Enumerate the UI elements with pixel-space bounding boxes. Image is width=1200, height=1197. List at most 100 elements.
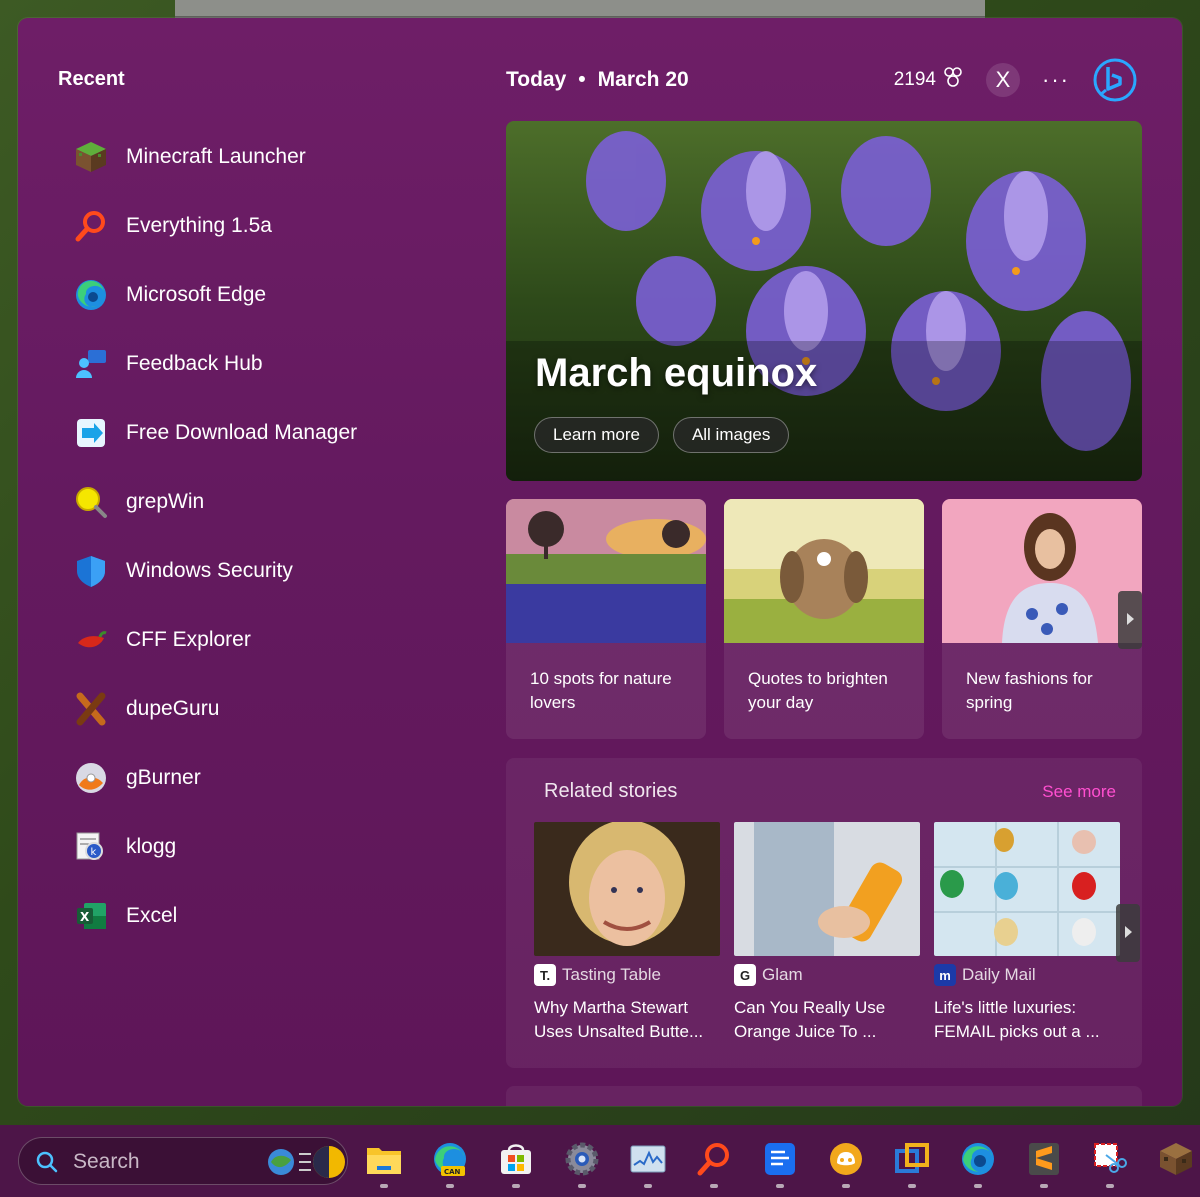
related-stories: Related stories See more T. Tasting Tabl… bbox=[506, 758, 1142, 1068]
minecraft-icon[interactable] bbox=[1156, 1139, 1196, 1179]
source-name: Daily Mail bbox=[962, 965, 1036, 984]
story-card[interactable]: m Daily Mail Life's little luxuries: FEM… bbox=[934, 822, 1120, 1044]
egg-cups-image bbox=[934, 822, 1120, 956]
svg-text:CAN: CAN bbox=[444, 1168, 461, 1176]
sublime-text-icon[interactable] bbox=[1024, 1139, 1064, 1179]
more-options-button[interactable]: ··· bbox=[1042, 67, 1070, 93]
download-manager-icon bbox=[72, 414, 110, 452]
card-title: 10 spots for nature lovers bbox=[530, 669, 672, 712]
app-label: Feedback Hub bbox=[126, 351, 263, 375]
hero-title: March equinox bbox=[535, 351, 818, 395]
today-label: Today bbox=[506, 68, 567, 91]
source-name: Tasting Table bbox=[562, 965, 661, 984]
snipping-tool-icon[interactable] bbox=[1090, 1139, 1130, 1179]
hero-card[interactable]: March equinox Learn more All images bbox=[506, 121, 1142, 481]
recent-app-excel[interactable]: X Excel bbox=[72, 881, 472, 950]
feature-cards: 10 spots for nature lovers Quotes to bri… bbox=[506, 499, 1142, 739]
svg-text:X: X bbox=[80, 910, 90, 924]
app-label: Excel bbox=[126, 903, 178, 927]
file-explorer-icon[interactable] bbox=[364, 1139, 404, 1179]
feature-card[interactable]: New fashions for spring bbox=[942, 499, 1142, 739]
everything-search-icon[interactable] bbox=[694, 1139, 734, 1179]
glam-logo-icon: G bbox=[734, 964, 756, 986]
recent-app-free-download-manager[interactable]: Free Download Manager bbox=[72, 398, 472, 467]
recent-app-microsoft-edge[interactable]: Microsoft Edge bbox=[72, 260, 472, 329]
dog-with-flower-image bbox=[724, 499, 924, 643]
feature-card[interactable]: Quotes to brighten your day bbox=[724, 499, 924, 739]
related-stories-title: Related stories bbox=[544, 780, 678, 802]
dupeguru-icon bbox=[72, 690, 110, 728]
desktop-window-edge bbox=[175, 0, 985, 18]
cards-next-button[interactable] bbox=[1118, 591, 1142, 649]
story-card[interactable]: G Glam Can You Really Use Orange Juice T… bbox=[734, 822, 920, 1044]
learn-more-button[interactable]: Learn more bbox=[534, 417, 659, 453]
running-indicator bbox=[578, 1184, 586, 1188]
chevron-right-icon bbox=[1123, 924, 1133, 943]
edge-icon[interactable] bbox=[958, 1139, 998, 1179]
source-name: Glam bbox=[762, 965, 803, 984]
story-title-line: Uses Unsalted Butte... bbox=[534, 1022, 704, 1041]
microsoft-store-icon[interactable] bbox=[496, 1139, 536, 1179]
running-indicator bbox=[842, 1184, 850, 1188]
hero-buttons: Learn more All images bbox=[534, 417, 790, 453]
app-label: dupeGuru bbox=[126, 696, 220, 720]
taskbar-search-box[interactable] bbox=[18, 1137, 348, 1185]
running-indicator bbox=[908, 1184, 916, 1188]
app-label: Windows Security bbox=[126, 558, 293, 582]
stories-next-button[interactable] bbox=[1116, 904, 1140, 962]
points-value: 2194 bbox=[893, 69, 937, 90]
recent-app-gburner[interactable]: gBurner bbox=[72, 743, 472, 812]
story-title-line: Why Martha Stewart bbox=[534, 998, 688, 1017]
recent-app-everything[interactable]: Everything 1.5a bbox=[72, 191, 472, 260]
story-title-line: Can You Really Use bbox=[734, 998, 886, 1017]
bing-logo-icon[interactable] bbox=[1092, 57, 1138, 103]
recent-app-klogg[interactable]: k klogg bbox=[72, 812, 472, 881]
feature-card[interactable]: 10 spots for nature lovers bbox=[506, 499, 706, 739]
edge-canary-icon[interactable]: CAN bbox=[430, 1139, 470, 1179]
story-card[interactable]: T. Tasting Table Why Martha Stewart Uses… bbox=[534, 822, 720, 1044]
card-title: New fashions for spring bbox=[966, 669, 1093, 712]
wildflower-field-image bbox=[506, 499, 706, 643]
recent-app-minecraft-launcher[interactable]: Minecraft Launcher bbox=[72, 122, 472, 191]
grepwin-icon bbox=[72, 483, 110, 521]
see-more-link[interactable]: See more bbox=[1042, 782, 1116, 802]
recent-app-grepwin[interactable]: grepWin bbox=[72, 467, 472, 536]
card-title: Quotes to brighten your day bbox=[748, 669, 888, 712]
settings-gear-icon[interactable] bbox=[562, 1139, 602, 1179]
story-source: T. Tasting Table bbox=[534, 964, 720, 986]
svg-text:k: k bbox=[91, 847, 97, 858]
running-indicator bbox=[446, 1184, 454, 1188]
chevron-right-icon bbox=[1125, 611, 1135, 630]
martha-stewart-image bbox=[534, 822, 720, 956]
virtual-machine-icon[interactable] bbox=[892, 1139, 932, 1179]
daily-mail-logo-icon: m bbox=[934, 964, 956, 986]
orange-juice-image bbox=[734, 822, 920, 956]
next-section-stub bbox=[506, 1086, 1142, 1106]
discord-icon[interactable] bbox=[826, 1139, 866, 1179]
resource-monitor-icon[interactable] bbox=[628, 1139, 668, 1179]
running-indicator bbox=[644, 1184, 652, 1188]
recent-app-dupeguru[interactable]: dupeGuru bbox=[72, 674, 472, 743]
klogg-icon: k bbox=[72, 828, 110, 866]
recent-app-feedback-hub[interactable]: Feedback Hub bbox=[72, 329, 472, 398]
recent-app-cff-explorer[interactable]: CFF Explorer bbox=[72, 605, 472, 674]
app-label: Minecraft Launcher bbox=[126, 144, 306, 168]
running-indicator bbox=[1040, 1184, 1048, 1188]
app-label: Microsoft Edge bbox=[126, 282, 267, 306]
app-label: klogg bbox=[126, 834, 177, 858]
rewards-points[interactable]: 2194 bbox=[894, 66, 964, 94]
trophy-icon bbox=[942, 66, 964, 94]
all-images-button[interactable]: All images bbox=[672, 417, 790, 453]
taskbar: CAN bbox=[0, 1125, 1200, 1197]
recent-app-windows-security[interactable]: Windows Security bbox=[72, 536, 472, 605]
search-input[interactable] bbox=[73, 1148, 263, 1176]
minecraft-launcher-icon bbox=[72, 138, 110, 176]
story-title-line: FEMAIL picks out a ... bbox=[934, 1022, 1100, 1041]
document-app-icon[interactable] bbox=[760, 1139, 800, 1179]
running-indicator bbox=[512, 1184, 520, 1188]
fashion-woman-image bbox=[942, 499, 1142, 643]
recent-app-list: Minecraft Launcher Everything 1.5a Micro… bbox=[72, 122, 472, 950]
account-avatar[interactable]: X bbox=[986, 63, 1021, 97]
running-indicator bbox=[974, 1184, 982, 1188]
recent-heading: Recent bbox=[58, 68, 125, 90]
